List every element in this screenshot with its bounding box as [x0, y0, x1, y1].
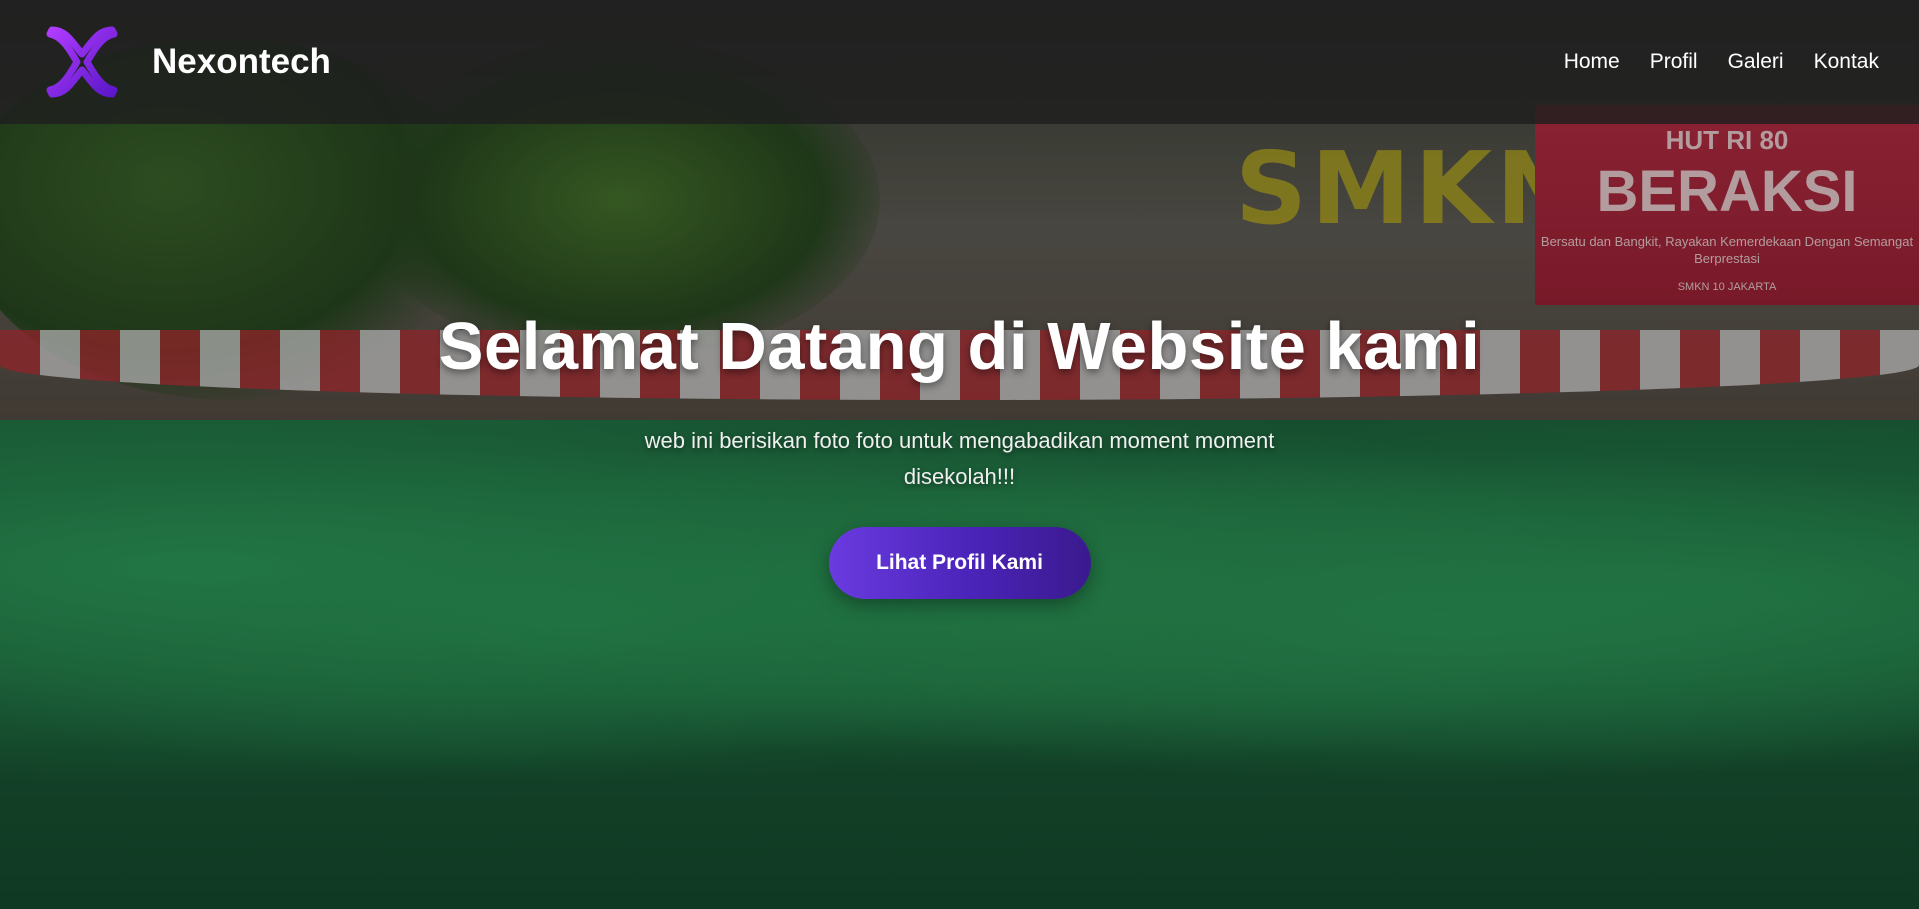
- nav-link-home[interactable]: Home: [1564, 50, 1620, 74]
- hero-subtitle: web ini berisikan foto foto untuk mengab…: [644, 428, 1275, 489]
- brand-name: Nexontech: [152, 42, 331, 81]
- nav-link-galeri[interactable]: Galeri: [1728, 50, 1784, 74]
- nav-links: Home Profil Galeri Kontak: [1534, 50, 1879, 74]
- hero-content: Selamat Datang di Website kami web ini b…: [0, 308, 1919, 599]
- hero-section: SMKN HUT RI 80 BERAKSI Bersatu dan Bangk…: [0, 0, 1919, 909]
- x-logo-icon: [46, 26, 118, 98]
- hero-title: Selamat Datang di Website kami: [438, 309, 1481, 384]
- navbar: Nexontech Home Profil Galeri Kontak: [0, 0, 1919, 124]
- nav-link-kontak[interactable]: Kontak: [1814, 50, 1879, 74]
- nav-link-profil[interactable]: Profil: [1650, 50, 1698, 74]
- brand-link[interactable]: Nexontech: [44, 24, 331, 100]
- view-profile-button[interactable]: Lihat Profil Kami: [828, 527, 1091, 599]
